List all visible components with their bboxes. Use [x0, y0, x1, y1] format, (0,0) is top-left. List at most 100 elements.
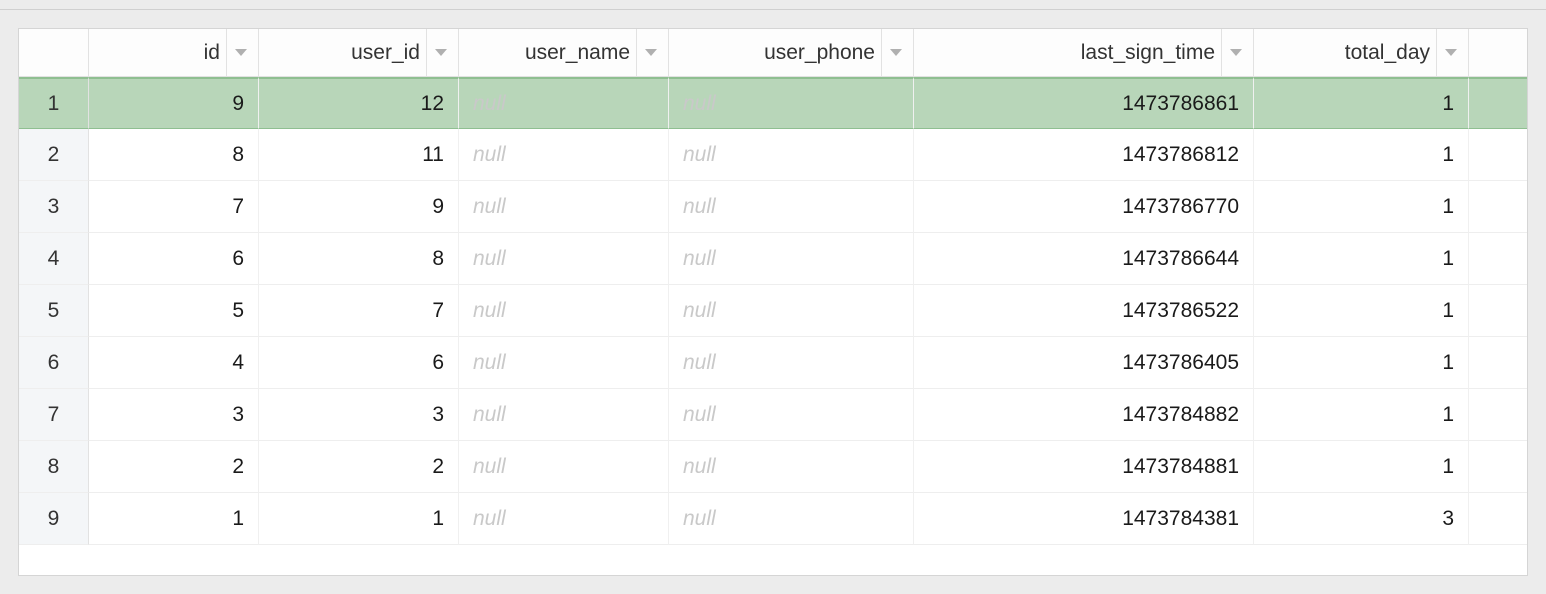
cell-id[interactable]: 2 — [89, 441, 259, 493]
null-value: null — [473, 92, 654, 116]
cell-id[interactable]: 8 — [89, 129, 259, 181]
table-row[interactable]: 1912nullnull14737868611 — [19, 77, 1527, 129]
column-label: last_sign_time — [926, 41, 1221, 65]
table-row[interactable]: 468nullnull14737866441 — [19, 233, 1527, 285]
column-header-id[interactable]: id — [89, 29, 259, 77]
cell-user_id[interactable]: 7 — [259, 285, 459, 337]
cell-id[interactable]: 9 — [89, 77, 259, 129]
cell-last_sign_time[interactable]: 1473786522 — [914, 285, 1254, 337]
cell-user_name[interactable]: null — [459, 181, 669, 233]
cell-last_sign_time[interactable]: 1473784882 — [914, 389, 1254, 441]
row-number-cell[interactable]: 2 — [19, 129, 89, 181]
cell-id[interactable]: 7 — [89, 181, 259, 233]
cell-id[interactable]: 4 — [89, 337, 259, 389]
column-header-rownum[interactable] — [19, 29, 89, 77]
cell-last_sign_time[interactable]: 1473786812 — [914, 129, 1254, 181]
results-table: id user_id use — [19, 29, 1527, 575]
cell-total_day[interactable]: 1 — [1254, 233, 1469, 285]
cell-user_name[interactable]: null — [459, 285, 669, 337]
filter-button-user_phone[interactable] — [881, 29, 909, 76]
cell-user_name[interactable]: null — [459, 233, 669, 285]
cell-total_day[interactable]: 1 — [1254, 441, 1469, 493]
table-row[interactable]: 646nullnull14737864051 — [19, 337, 1527, 389]
cell-user_id[interactable]: 3 — [259, 389, 459, 441]
cell-user_id[interactable]: 6 — [259, 337, 459, 389]
table-row[interactable]: 557nullnull14737865221 — [19, 285, 1527, 337]
cell-id[interactable]: 3 — [89, 389, 259, 441]
cell-user_phone[interactable]: null — [669, 129, 914, 181]
cell-total_day[interactable]: 1 — [1254, 181, 1469, 233]
row-number-cell[interactable]: 5 — [19, 285, 89, 337]
column-header-total_day[interactable]: total_day — [1254, 29, 1469, 77]
cell-last_sign_time[interactable]: 1473786861 — [914, 77, 1254, 129]
cell-total_day[interactable]: 1 — [1254, 129, 1469, 181]
cell-last_sign_time[interactable]: 1473784381 — [914, 493, 1254, 545]
table-row[interactable]: 379nullnull14737867701 — [19, 181, 1527, 233]
cell-user_name[interactable]: null — [459, 493, 669, 545]
cell-user_phone[interactable]: null — [669, 441, 914, 493]
row-number-cell[interactable]: 9 — [19, 493, 89, 545]
cell-last_sign_time[interactable]: 1473786644 — [914, 233, 1254, 285]
cell-user_phone[interactable]: null — [669, 285, 914, 337]
cell-id[interactable]: 5 — [89, 285, 259, 337]
null-value: null — [683, 455, 899, 479]
filter-button-last_sign_time[interactable] — [1221, 29, 1249, 76]
null-value: null — [683, 143, 899, 167]
cell-last_sign_time[interactable]: 1473784881 — [914, 441, 1254, 493]
cell-user_phone[interactable]: null — [669, 337, 914, 389]
cell-total_day[interactable]: 1 — [1254, 389, 1469, 441]
cell-user_phone[interactable]: null — [669, 233, 914, 285]
cell-user_id[interactable]: 8 — [259, 233, 459, 285]
cell-last_sign_time[interactable]: 1473786405 — [914, 337, 1254, 389]
cell-spacer — [1469, 77, 1527, 129]
cell-spacer — [1469, 129, 1527, 181]
cell-total_day[interactable]: 1 — [1254, 285, 1469, 337]
table-row[interactable]: 733nullnull14737848821 — [19, 389, 1527, 441]
table-row[interactable]: 911nullnull14737843813 — [19, 493, 1527, 545]
cell-user_name[interactable]: null — [459, 77, 669, 129]
filter-button-user_id[interactable] — [426, 29, 454, 76]
row-number-cell[interactable]: 3 — [19, 181, 89, 233]
row-number-cell[interactable]: 1 — [19, 77, 89, 129]
cell-total_day[interactable]: 1 — [1254, 77, 1469, 129]
row-number-cell[interactable]: 4 — [19, 233, 89, 285]
column-header-last_sign_time[interactable]: last_sign_time — [914, 29, 1254, 77]
column-header-spacer — [1469, 29, 1527, 77]
cell-user_name[interactable]: null — [459, 129, 669, 181]
dropdown-icon — [1445, 49, 1457, 56]
cell-user_phone[interactable]: null — [669, 181, 914, 233]
filter-button-user_name[interactable] — [636, 29, 664, 76]
cell-user_name[interactable]: null — [459, 337, 669, 389]
column-header-user_name[interactable]: user_name — [459, 29, 669, 77]
cell-user_phone[interactable]: null — [669, 77, 914, 129]
cell-user_name[interactable]: null — [459, 389, 669, 441]
cell-user_id[interactable]: 2 — [259, 441, 459, 493]
filter-button-id[interactable] — [226, 29, 254, 76]
cell-total_day[interactable]: 1 — [1254, 337, 1469, 389]
table-row[interactable]: 2811nullnull14737868121 — [19, 129, 1527, 181]
column-header-user_phone[interactable]: user_phone — [669, 29, 914, 77]
row-number-cell[interactable]: 8 — [19, 441, 89, 493]
row-number-cell[interactable]: 6 — [19, 337, 89, 389]
null-value: null — [683, 507, 899, 531]
column-label: user_phone — [681, 41, 881, 65]
column-label: id — [101, 41, 226, 65]
cell-user_phone[interactable]: null — [669, 389, 914, 441]
table-row[interactable]: 822nullnull14737848811 — [19, 441, 1527, 493]
cell-id[interactable]: 6 — [89, 233, 259, 285]
row-number-cell[interactable]: 7 — [19, 389, 89, 441]
cell-total_day[interactable]: 3 — [1254, 493, 1469, 545]
column-header-user_id[interactable]: user_id — [259, 29, 459, 77]
cell-user_id[interactable]: 9 — [259, 181, 459, 233]
cell-user_phone[interactable]: null — [669, 493, 914, 545]
cell-user_id[interactable]: 11 — [259, 129, 459, 181]
data-grid: id user_id use — [18, 28, 1528, 576]
cell-user_id[interactable]: 1 — [259, 493, 459, 545]
cell-id[interactable]: 1 — [89, 493, 259, 545]
null-value: null — [683, 195, 899, 219]
filter-button-total_day[interactable] — [1436, 29, 1464, 76]
cell-user_id[interactable]: 12 — [259, 77, 459, 129]
cell-user_name[interactable]: null — [459, 441, 669, 493]
null-value: null — [473, 455, 654, 479]
cell-last_sign_time[interactable]: 1473786770 — [914, 181, 1254, 233]
